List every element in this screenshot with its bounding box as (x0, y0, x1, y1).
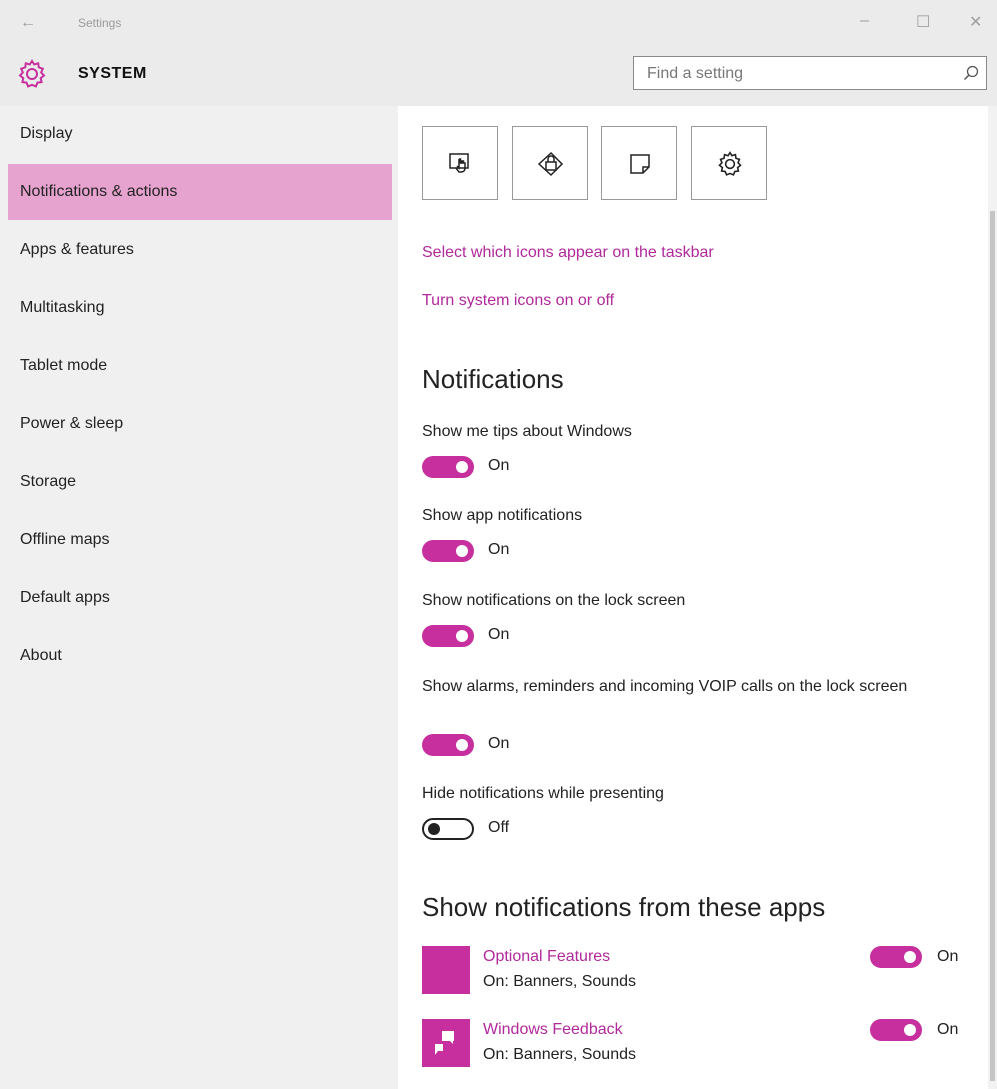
app-name-optional-features[interactable]: Optional Features (483, 948, 610, 966)
toggle-state-windows-feedback: On (937, 1021, 959, 1038)
apps-heading: Show notifications from these apps (422, 892, 826, 922)
scrollbar-thumb[interactable] (990, 211, 995, 1081)
toggle-knob (904, 951, 916, 963)
main-content: Select which icons appear on the taskbar… (398, 106, 988, 1089)
back-arrow-icon[interactable]: ← (20, 14, 36, 32)
search-input[interactable] (634, 57, 959, 91)
sidebar-item-display[interactable]: Display (8, 106, 392, 162)
scrollbar[interactable] (988, 106, 997, 1089)
quick-action-note[interactable] (601, 126, 677, 200)
settings-header: SYSTEM (0, 48, 997, 106)
sidebar: Display Notifications & actions Apps & f… (0, 106, 398, 1089)
taskbar-icons-link[interactable]: Select which icons appear on the taskbar (422, 244, 714, 262)
quick-action-location[interactable] (512, 126, 588, 200)
setting-label-app-notifications: Show app notifications (422, 507, 583, 524)
toggle-knob (456, 461, 468, 473)
toggle-state-alarms: On (488, 735, 510, 752)
note-icon (630, 154, 650, 174)
location-icon (537, 151, 564, 177)
toggle-knob (428, 823, 440, 835)
toggle-windows-feedback[interactable] (870, 1019, 922, 1041)
app-name-windows-feedback[interactable]: Windows Feedback (483, 1021, 623, 1039)
sidebar-item-storage[interactable]: Storage (8, 454, 392, 510)
window-title: Settings (78, 16, 122, 30)
setting-label-alarms: Show alarms, reminders and incoming VOIP… (422, 678, 908, 695)
toggle-knob (456, 545, 468, 557)
quick-action-tablet-mode[interactable] (422, 126, 498, 200)
setting-label-presenting: Hide notifications while presenting (422, 785, 664, 802)
toggle-presenting[interactable] (422, 818, 474, 840)
system-icons-link[interactable]: Turn system icons on or off (422, 292, 614, 310)
optional-features-app-icon (422, 946, 470, 994)
app-status-optional-features: On: Banners, Sounds (483, 973, 636, 990)
minimize-icon[interactable]: – (860, 12, 869, 30)
toggle-lock-screen[interactable] (422, 625, 474, 647)
toggle-knob (904, 1024, 916, 1036)
sidebar-item-notifications-actions[interactable]: Notifications & actions (8, 164, 392, 220)
app-status-windows-feedback: On: Banners, Sounds (483, 1046, 636, 1063)
page-title: SYSTEM (78, 65, 147, 82)
sidebar-item-apps-features[interactable]: Apps & features (8, 222, 392, 278)
windows-feedback-app-icon (422, 1019, 470, 1067)
title-bar: ← Settings – ☐ ✕ (0, 0, 997, 48)
feedback-icon (435, 1031, 454, 1055)
notifications-heading: Notifications (422, 364, 564, 394)
setting-label-tips: Show me tips about Windows (422, 423, 632, 440)
toggle-knob (456, 630, 468, 642)
toggle-tips[interactable] (422, 456, 474, 478)
sidebar-item-tablet-mode[interactable]: Tablet mode (8, 338, 392, 394)
toggle-optional-features[interactable] (870, 946, 922, 968)
toggle-state-app-notifications: On (488, 541, 510, 558)
tablet-mode-icon (449, 153, 469, 173)
toggle-state-presenting: Off (488, 819, 510, 836)
toggle-state-tips: On (488, 457, 510, 474)
sidebar-item-power-sleep[interactable]: Power & sleep (8, 396, 392, 452)
toggle-state-optional-features: On (937, 948, 959, 965)
settings-icon (718, 151, 742, 176)
toggle-app-notifications[interactable] (422, 540, 474, 562)
toggle-alarms[interactable] (422, 734, 474, 756)
search-box[interactable] (633, 56, 987, 91)
sidebar-item-multitasking[interactable]: Multitasking (8, 280, 392, 336)
system-gear-icon (18, 59, 46, 88)
close-icon[interactable]: ✕ (969, 12, 982, 32)
sidebar-item-about[interactable]: About (8, 628, 392, 684)
quick-action-settings[interactable] (691, 126, 767, 200)
toggle-knob (456, 739, 468, 751)
maximize-icon[interactable]: ☐ (916, 12, 930, 32)
sidebar-item-default-apps[interactable]: Default apps (8, 570, 392, 626)
sidebar-item-offline-maps[interactable]: Offline maps (8, 512, 392, 568)
toggle-state-lock-screen: On (488, 626, 510, 643)
search-icon[interactable] (962, 64, 980, 82)
setting-label-lock-screen: Show notifications on the lock screen (422, 592, 686, 609)
